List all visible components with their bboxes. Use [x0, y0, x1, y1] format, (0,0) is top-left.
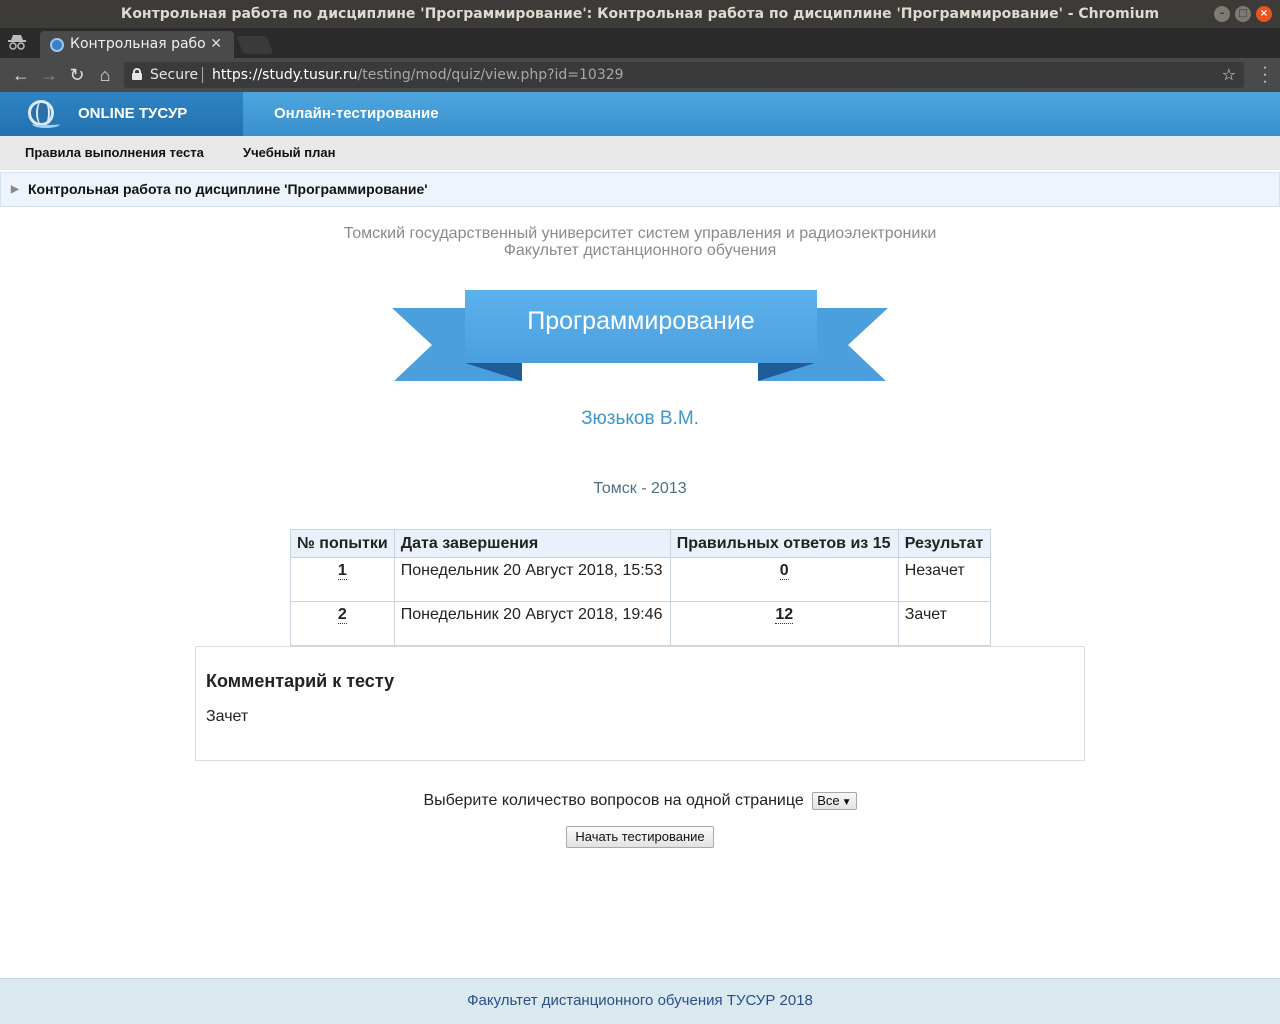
url-host: https://study.tusur.ru [212, 67, 358, 83]
incognito-icon [6, 34, 28, 52]
select-value: Все [817, 792, 840, 808]
attempt-number-cell: 1 [290, 557, 395, 602]
subject-ribbon: Программирование [392, 290, 888, 382]
home-icon[interactable]: ⌂ [94, 64, 116, 86]
online-testing-link[interactable]: Онлайн-тестирование [274, 92, 439, 136]
test-rules-link[interactable]: Правила выполнения теста [25, 136, 204, 170]
correct-answers-cell: 12 [669, 601, 899, 646]
browser-tab[interactable]: Контрольная рабо ✕ [40, 31, 234, 58]
subject-title: Программирование [527, 307, 755, 335]
footer-text: Факультет дистанционного обучения ТУСУР … [467, 992, 813, 1009]
lock-icon [132, 68, 142, 80]
correct-answers-link[interactable]: 0 [779, 562, 789, 580]
browser-toolbar: ← → ↻ ⌂ Secure https://study.tusur.ru/te… [0, 58, 1280, 92]
url-path: /testing/mod/quiz/view.php?id=10329 [357, 67, 624, 83]
correct-answers-cell: 0 [669, 557, 899, 602]
questions-per-page-label: Выберите количество вопросов на одной ст… [423, 792, 804, 809]
bookmark-star-icon[interactable]: ☆ [1222, 62, 1236, 88]
city-year: Томск - 2013 [593, 480, 687, 497]
brand-link[interactable]: ONLINE ТУСУР [0, 92, 243, 136]
column-header: Дата завершения [393, 529, 671, 558]
column-header: Правильных ответов из 15 [669, 529, 899, 558]
back-icon[interactable]: ← [10, 64, 32, 86]
forward-icon[interactable]: → [38, 64, 60, 86]
site-header: ONLINE ТУСУР Онлайн-тестирование [0, 92, 1280, 136]
questions-per-page: Выберите количество вопросов на одной ст… [0, 790, 1280, 812]
maximize-icon[interactable]: □ [1235, 6, 1251, 22]
breadcrumb: ▶ Контрольная работа по дисциплине 'Прог… [0, 172, 1280, 207]
column-header: Результат [897, 529, 991, 558]
test-comment-box: Комментарий к тесту Зачет [195, 646, 1085, 761]
tab-strip: Контрольная рабо ✕ [0, 28, 1280, 58]
completion-date: Понедельник 20 Август 2018, 19:46 [393, 601, 671, 646]
breadcrumb-label[interactable]: Контрольная работа по дисциплине 'Програ… [28, 181, 428, 197]
study-plan-link[interactable]: Учебный план [243, 136, 335, 170]
table-header-row: № попытки Дата завершения Правильных отв… [290, 529, 991, 558]
attempt-number-link[interactable]: 2 [337, 606, 347, 624]
result-cell: Зачет [897, 601, 991, 646]
reload-icon[interactable]: ↻ [66, 64, 88, 86]
result-cell: Незачет [897, 557, 991, 602]
university-name: Томский государственный университет сист… [343, 225, 937, 242]
questions-per-page-select[interactable]: Все ▼ [812, 791, 857, 810]
omnibox-divider [202, 67, 203, 83]
window-title: Контрольная работа по дисциплине 'Програ… [120, 6, 1160, 22]
minimize-icon[interactable]: – [1214, 6, 1230, 22]
attempts-table: № попытки Дата завершения Правильных отв… [290, 529, 991, 646]
tab-title: Контрольная рабо [70, 36, 206, 52]
favicon-icon [50, 38, 64, 52]
completion-date: Понедельник 20 Август 2018, 15:53 [393, 557, 671, 602]
correct-answers-link[interactable]: 12 [775, 606, 794, 624]
comment-text: Зачет [206, 708, 249, 725]
close-icon[interactable]: × [1256, 6, 1272, 22]
table-row: 2 Понедельник 20 Август 2018, 19:46 12 З… [290, 601, 991, 646]
faculty-name: Факультет дистанционного обучения [503, 242, 777, 259]
attempt-number-link[interactable]: 1 [337, 562, 347, 580]
new-tab-button[interactable] [236, 36, 274, 54]
tusur-logo-icon [28, 100, 60, 128]
window-controls: – □ × [1214, 6, 1272, 22]
secure-label: Secure [150, 67, 199, 83]
brand-label: ONLINE ТУСУР [78, 105, 188, 122]
triangle-right-icon: ▶ [11, 184, 19, 195]
start-test-button[interactable]: Начать тестирование [566, 826, 714, 848]
comment-heading: Комментарий к тесту [206, 671, 395, 691]
address-bar[interactable]: Secure https://study.tusur.ru/testing/mo… [124, 62, 1244, 88]
table-row: 1 Понедельник 20 Август 2018, 15:53 0 Не… [290, 557, 991, 602]
attempt-number-cell: 2 [290, 601, 395, 646]
institution-block: Томский государственный университет сист… [0, 225, 1280, 259]
author-name: Зюзьков В.М. [581, 408, 699, 429]
browser-menu-icon[interactable]: · · · [1262, 60, 1268, 90]
sub-navigation: Правила выполнения теста Учебный план [0, 136, 1280, 170]
column-header: № попытки [290, 529, 395, 558]
url-text[interactable]: https://study.tusur.ru/testing/mod/quiz/… [212, 62, 624, 88]
page-footer: Факультет дистанционного обучения ТУСУР … [0, 978, 1280, 1024]
tab-close-icon[interactable]: ✕ [210, 31, 222, 58]
dropdown-arrow-icon: ▼ [841, 796, 852, 808]
window-titlebar: Контрольная работа по дисциплине 'Програ… [0, 0, 1280, 28]
